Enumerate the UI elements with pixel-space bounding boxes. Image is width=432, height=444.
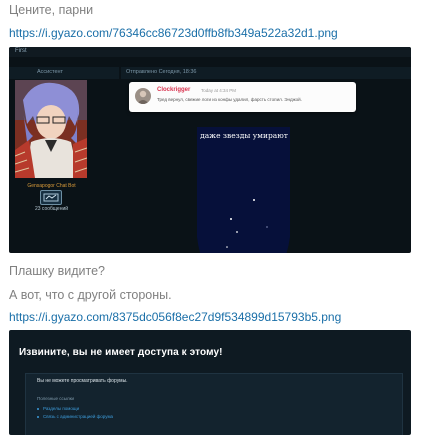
screenshot-2: Извините, вы не имеет доступа к этому! В… (9, 330, 411, 435)
topbar-title: First (15, 48, 27, 54)
gyazo-link-2[interactable]: https://i.gyazo.com/8375dc056f8ec27d9f53… (9, 310, 341, 324)
help-sections-link[interactable]: Разделы помощи (43, 406, 79, 411)
notification-message: Тред вернул, свежие логи из конфы удалил… (157, 97, 302, 102)
author-column-header: Ассистент (9, 67, 119, 79)
author-avatar[interactable] (15, 80, 87, 178)
posted-time-label: Отправлено Сегодня, 18:36 (126, 69, 197, 75)
post-line-3: А вот, что с другой стороны. (9, 288, 172, 302)
author-column-label: Ассистент (37, 69, 64, 75)
author-post-count: 23 сообщений (34, 206, 69, 212)
rank-badge-icon (40, 190, 62, 205)
bullet-icon (37, 408, 39, 410)
starry-sky-image (197, 127, 290, 253)
gyazo-link-1[interactable]: https://i.gyazo.com/76346cc86723d0ffb8fb… (9, 26, 338, 40)
contact-admin-link[interactable]: Связь с администрацией форума (43, 414, 113, 419)
image-caption: даже звезды умирают (200, 131, 288, 140)
post-line-1: Цените, парни (9, 3, 94, 17)
post-column-header: Отправлено Сегодня, 18:36 (121, 67, 411, 79)
avatar-illustration (15, 80, 87, 178)
access-denied-title: Извините, вы не имеет доступа к этому! (19, 347, 223, 358)
bullet-icon (37, 416, 39, 418)
forum-topbar: First (9, 47, 411, 57)
notification-popup[interactable]: Clockrigger Today at 4:34 PM Тред вернул… (129, 82, 356, 112)
notifier-name: Clockrigger (157, 87, 191, 93)
useful-links-heading: Полезные ссылки (37, 396, 75, 401)
post-line-2: Плашку видите? (9, 264, 105, 278)
screenshot-1: First Ассистент Отправлено Сегодня, 18:3… (9, 47, 411, 253)
access-denied-message: Вы не можете просматривать форумы. (37, 378, 128, 384)
notification-time: Today at 4:34 PM (201, 88, 237, 93)
author-name[interactable]: Gensapogor Chat Bot (9, 183, 94, 189)
notifier-avatar (135, 88, 151, 104)
